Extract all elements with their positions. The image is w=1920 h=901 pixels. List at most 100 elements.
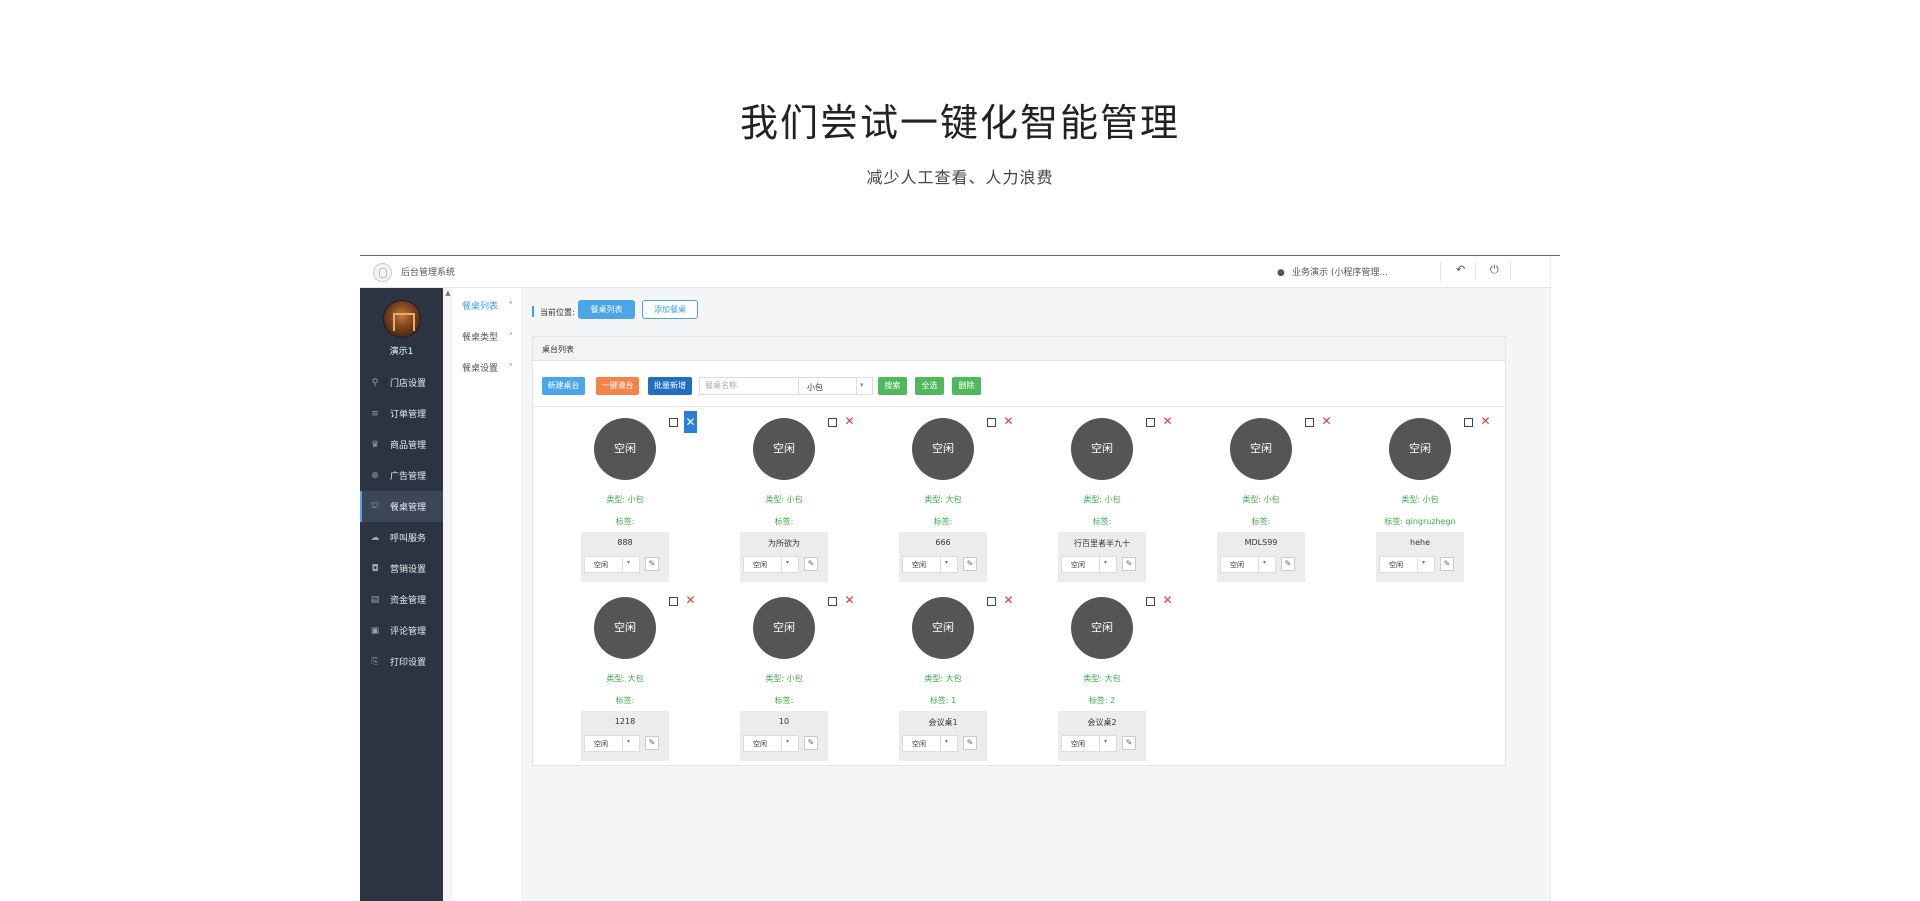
sidebar-item[interactable]: ◘ 营销设置 [360, 553, 443, 584]
back-icon[interactable]: ↶ [1456, 263, 1465, 276]
sidebar-item[interactable]: ☁ 呼叫服务 [360, 522, 443, 553]
table-select-checkbox[interactable] [987, 418, 996, 427]
table-status-select[interactable]: 空闲 ▾ [902, 556, 958, 573]
sidebar-item[interactable]: ⛫ 餐桌管理 [360, 491, 443, 522]
table-select-checkbox[interactable] [828, 597, 837, 606]
table-status-circle[interactable]: 空闲 [912, 597, 974, 659]
panel-header: 桌台列表 [533, 337, 1505, 361]
add-table-button[interactable]: 添加餐桌 [642, 300, 698, 319]
tag-prefix: 标签: [615, 517, 635, 526]
scroll-up-icon[interactable]: ▲ [444, 289, 452, 297]
table-status-select[interactable]: 空闲 ▾ [1220, 556, 1276, 573]
sidebar-item-label: 营销设置 [390, 565, 427, 575]
delete-table-icon[interactable]: ✕ [843, 594, 856, 607]
table-type: 类型: 小包 [1373, 494, 1467, 505]
table-status-select[interactable]: 空闲 ▾ [584, 735, 640, 752]
edit-icon[interactable]: ✎ [1281, 557, 1295, 571]
table-tag: 标签: [896, 516, 990, 527]
table-card: 空闲 ✕ 类型: 小包 标签: qingruzhegn hehe 空闲 ▾ ✎ [1373, 408, 1503, 582]
edit-icon[interactable]: ✎ [1122, 736, 1136, 750]
divider [1510, 262, 1511, 281]
tag-prefix: 标签: [774, 696, 794, 705]
divider [1099, 557, 1100, 572]
table-status-select[interactable]: 空闲 ▾ [584, 556, 640, 573]
table-select-checkbox[interactable] [828, 418, 837, 427]
delete-table-icon[interactable]: ✕ [1161, 594, 1174, 607]
select-value: 空闲 [1389, 561, 1403, 569]
user-menu[interactable]: ● 业务演示 (小程序管理... [1277, 265, 1388, 278]
table-status-circle[interactable]: 空闲 [912, 418, 974, 480]
table-name: 行百里者半九十 [1074, 539, 1130, 548]
table-select-checkbox[interactable] [669, 418, 678, 427]
batch-add-button[interactable]: 批量新增 [648, 377, 692, 395]
table-status-select[interactable]: 空闲 ▾ [743, 735, 799, 752]
sidebar-item[interactable]: ≡ 订单管理 [360, 398, 443, 429]
table-status-circle[interactable]: 空闲 [1230, 418, 1292, 480]
sidebar-item[interactable]: ⎘ 打印设置 [360, 646, 443, 677]
table-status-circle[interactable]: 空闲 [1071, 597, 1133, 659]
subnav-item[interactable]: 餐桌设置 › [453, 350, 521, 381]
edit-icon[interactable]: ✎ [645, 557, 659, 571]
table-info-box: hehe 空闲 ▾ ✎ [1376, 532, 1464, 582]
table-type-select[interactable]: 小包 ▾ [798, 377, 873, 395]
delete-table-icon[interactable]: ✕ [684, 411, 697, 433]
sidebar-item[interactable]: ▤ 资金管理 [360, 584, 443, 615]
delete-table-icon[interactable]: ✕ [1002, 415, 1015, 428]
search-button[interactable]: 搜索 [878, 377, 907, 395]
key-icon: ⚲ [371, 377, 379, 388]
power-icon[interactable]: ⏻ [1490, 263, 1499, 277]
subnav-item[interactable]: 餐桌类型 › [453, 319, 521, 350]
scrollbar[interactable] [1550, 256, 1560, 901]
table-name-search-input[interactable]: 餐桌名称 [699, 377, 805, 395]
table-status-circle[interactable]: 空闲 [1071, 418, 1133, 480]
table-select-checkbox[interactable] [1464, 418, 1473, 427]
delete-table-icon[interactable]: ✕ [1002, 594, 1015, 607]
table-status-select[interactable]: 空闲 ▾ [1379, 556, 1435, 573]
delete-table-icon[interactable]: ✕ [1479, 415, 1492, 428]
breadcrumb-table-list-button[interactable]: 餐桌列表 [578, 300, 635, 319]
table-select-checkbox[interactable] [1146, 597, 1155, 606]
table-status-circle[interactable]: 空闲 [753, 418, 815, 480]
table-status-circle[interactable]: 空闲 [1389, 418, 1451, 480]
edit-icon[interactable]: ✎ [804, 736, 818, 750]
type-value: 大包 [945, 495, 962, 504]
tag-value: qingruzhegn [1405, 517, 1456, 526]
table-status-select[interactable]: 空闲 ▾ [1061, 556, 1117, 573]
table-status-select[interactable]: 空闲 ▾ [902, 735, 958, 752]
sidebar-item[interactable]: ♛ 商品管理 [360, 429, 443, 460]
table-status-select[interactable]: 空闲 ▾ [743, 556, 799, 573]
chevron-down-icon: ▾ [1263, 559, 1267, 566]
edit-icon[interactable]: ✎ [963, 736, 977, 750]
select-all-button[interactable]: 全选 [915, 377, 944, 395]
edit-icon[interactable]: ✎ [804, 557, 818, 571]
one-click-clear-button[interactable]: 一键清台 [596, 377, 639, 395]
type-prefix: 类型: [1083, 674, 1105, 683]
edit-icon[interactable]: ✎ [1440, 557, 1454, 571]
delete-table-icon[interactable]: ✕ [843, 415, 856, 428]
table-status-circle[interactable]: 空闲 [594, 418, 656, 480]
sidebar-item[interactable]: ▣ 评论管理 [360, 615, 443, 646]
delete-table-icon[interactable]: ✕ [1161, 415, 1174, 428]
table-status-circle[interactable]: 空闲 [594, 597, 656, 659]
table-select-checkbox[interactable] [1305, 418, 1314, 427]
edit-icon[interactable]: ✎ [1122, 557, 1136, 571]
table-select-checkbox[interactable] [669, 597, 678, 606]
table-status-select[interactable]: 空闲 ▾ [1061, 735, 1117, 752]
sidebar-item[interactable]: ⚲ 门店设置 [360, 367, 443, 398]
chevron-down-icon: ▾ [786, 738, 790, 745]
subnav-item[interactable]: 餐桌列表 › [453, 288, 521, 319]
avatar[interactable] [383, 300, 421, 338]
table-select-checkbox[interactable] [987, 597, 996, 606]
delete-table-icon[interactable]: ✕ [1320, 415, 1333, 428]
table-card: 空闲 ✕ 类型: 小包 标签: 为所欲为 空闲 ▾ ✎ [737, 408, 867, 582]
table-select-checkbox[interactable] [1146, 418, 1155, 427]
sidebar-nav: ⚲ 门店设置 ≡ 订单管理 ♛ 商品管理 ⊕ 广告管理 ⛫ 餐桌管理 ☁ 呼叫服务 ◘ 营销设置 ▤ 资金管理… [360, 367, 443, 677]
sidebar-item-label: 评论管理 [390, 627, 427, 637]
edit-icon[interactable]: ✎ [963, 557, 977, 571]
new-table-button[interactable]: 新建桌台 [542, 377, 585, 395]
sidebar-item[interactable]: ⊕ 广告管理 [360, 460, 443, 491]
delete-button[interactable]: 删除 [952, 377, 981, 395]
delete-table-icon[interactable]: ✕ [684, 594, 697, 607]
edit-icon[interactable]: ✎ [645, 736, 659, 750]
table-status-circle[interactable]: 空闲 [753, 597, 815, 659]
